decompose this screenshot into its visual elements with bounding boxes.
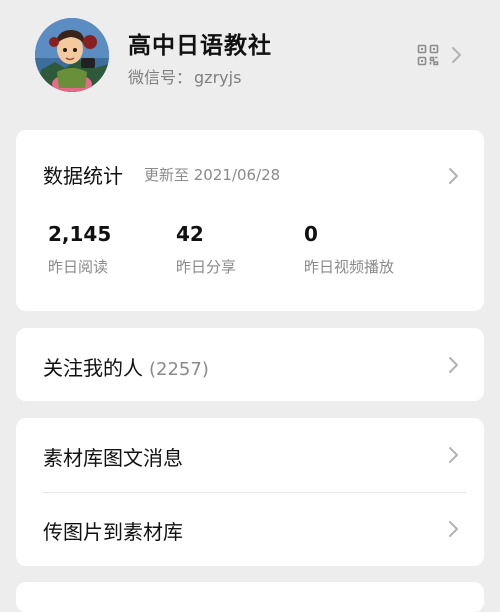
followers-label: 关注我的人 (2257) <box>43 352 209 381</box>
avatar <box>35 18 109 92</box>
wechat-id: 微信号： gzryjs <box>128 64 241 88</box>
stats-updated-date: 更新至 2021/06/28 <box>144 166 281 184</box>
materials-card: 素材库图文消息 传图片到素材库 <box>16 418 484 566</box>
stats-card[interactable]: 数据统计 更新至 2021/06/28 2,145 昨日阅读 42 昨日分享 0… <box>16 130 484 311</box>
stat-label: 昨日分享 <box>176 258 237 276</box>
followers-row[interactable]: 关注我的人 (2257) <box>16 328 484 401</box>
account-header[interactable]: 高中日语教社 微信号： gzryjs <box>0 0 500 112</box>
chevron-right-icon <box>448 356 459 374</box>
stat-yesterday-reads: 2,145 昨日阅读 <box>48 222 111 277</box>
stats-title: 数据统计 <box>43 164 123 188</box>
stat-yesterday-shares: 42 昨日分享 <box>176 222 236 277</box>
stat-label: 昨日视频播放 <box>304 258 395 276</box>
stat-value: 0 <box>304 222 318 246</box>
wechat-id-label: 微信号： <box>128 68 193 87</box>
followers-count: (2257) <box>149 359 209 380</box>
next-card <box>16 582 484 612</box>
chevron-right-icon <box>451 46 462 64</box>
materials-articles-row[interactable]: 素材库图文消息 <box>43 442 183 471</box>
followers-label-text: 关注我的人 <box>43 356 143 380</box>
stat-label: 昨日阅读 <box>48 258 109 276</box>
wechat-id-value: gzryjs <box>194 68 242 87</box>
divider <box>43 492 466 493</box>
upload-images-row[interactable]: 传图片到素材库 <box>43 516 183 545</box>
account-name: 高中日语教社 <box>128 33 272 59</box>
stat-value: 2,145 <box>48 222 112 246</box>
qr-code-icon[interactable] <box>417 44 439 66</box>
chevron-right-icon <box>448 167 459 185</box>
stat-yesterday-video-plays: 0 昨日视频播放 <box>304 222 394 277</box>
chevron-right-icon <box>448 520 459 538</box>
chevron-right-icon <box>448 446 459 464</box>
stat-value: 42 <box>176 222 204 246</box>
